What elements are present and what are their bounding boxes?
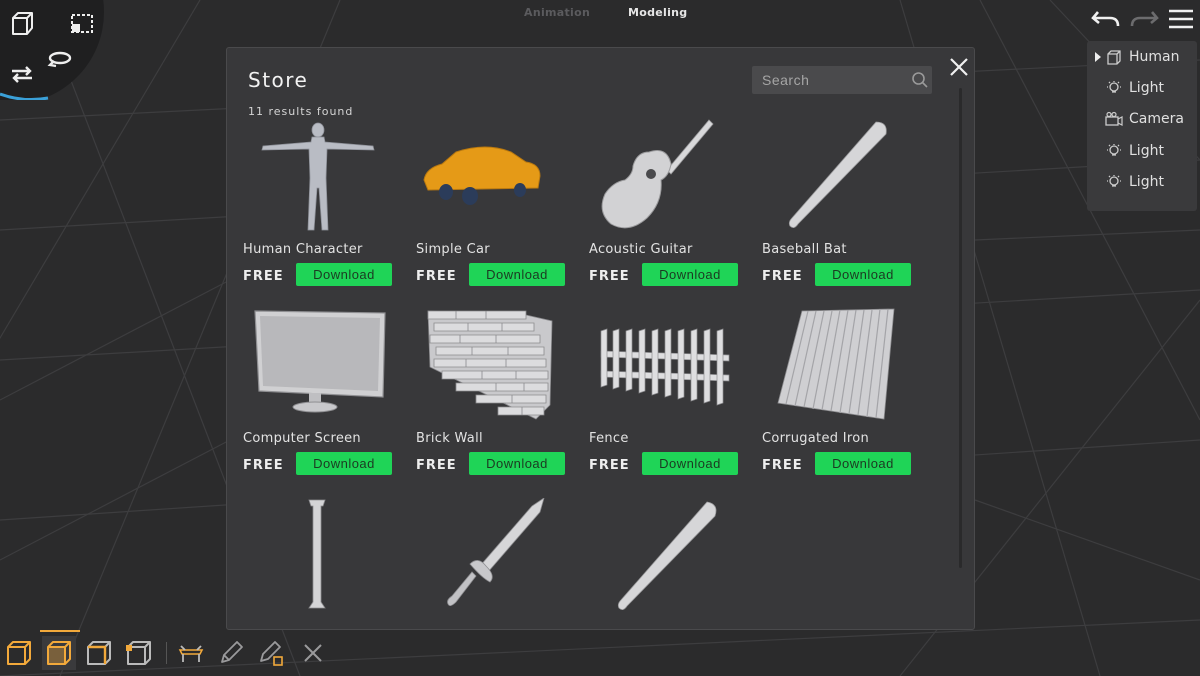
results-count: 11 results found — [248, 105, 354, 118]
item-name: Human Character — [243, 242, 363, 257]
outliner-item-label: Human — [1129, 49, 1180, 65]
bottom-toolbar — [0, 630, 340, 676]
cube-icon[interactable] — [6, 8, 38, 40]
swap-icon[interactable] — [6, 58, 38, 90]
edge-select-icon[interactable] — [82, 636, 116, 670]
toolbar-divider — [166, 642, 167, 664]
item-name: Simple Car — [416, 242, 490, 257]
outliner-item-label: Light — [1129, 174, 1164, 190]
close-icon[interactable] — [948, 56, 970, 78]
simple-car-thumbnail[interactable] — [416, 118, 566, 238]
table-tool-icon[interactable] — [174, 636, 208, 670]
outliner-item-light[interactable]: Light — [1087, 170, 1197, 194]
camera-icon — [1105, 111, 1123, 127]
corrugated-iron-thumbnail[interactable] — [762, 307, 912, 427]
rotate-icon[interactable] — [44, 44, 76, 76]
outliner-item-label: Light — [1129, 80, 1164, 96]
item-name: Acoustic Guitar — [589, 242, 693, 257]
store-item: Acoustic Guitar FREE Download — [589, 118, 749, 293]
store-item — [243, 498, 403, 629]
expand-arrow-icon[interactable] — [1093, 51, 1103, 63]
pencil-plus-icon[interactable] — [254, 636, 288, 670]
tool-wheel — [0, 0, 110, 100]
outliner-item-human[interactable]: Human — [1087, 45, 1197, 69]
outliner-item-light[interactable]: Light — [1087, 76, 1197, 100]
human-character-thumbnail[interactable] — [243, 118, 393, 238]
item-name: Baseball Bat — [762, 242, 847, 257]
store-item: Human Character FREE Download — [243, 118, 403, 293]
pencil-icon[interactable] — [214, 636, 248, 670]
outliner-item-light[interactable]: Light — [1087, 139, 1197, 163]
item-name: Corrugated Iron — [762, 431, 870, 446]
store-item — [589, 498, 749, 629]
item-name: Brick Wall — [416, 431, 483, 446]
delete-icon[interactable] — [296, 636, 330, 670]
download-button[interactable]: Download — [642, 263, 738, 286]
item-price: FREE — [589, 458, 630, 473]
item-price: FREE — [762, 458, 803, 473]
item-price: FREE — [416, 269, 457, 284]
item-price: FREE — [589, 269, 630, 284]
search-icon[interactable] — [911, 71, 929, 89]
outliner-item-label: Light — [1129, 143, 1164, 159]
face-select-icon[interactable] — [42, 636, 76, 670]
box-select-icon[interactable] — [2, 636, 36, 670]
item-price: FREE — [762, 269, 803, 284]
marquee-select-icon[interactable] — [66, 8, 98, 40]
item-price: FREE — [416, 458, 457, 473]
sword-thumbnail[interactable] — [416, 498, 566, 618]
store-item: Simple Car FREE Download — [416, 118, 576, 293]
download-button[interactable]: Download — [469, 263, 565, 286]
item-name: Fence — [589, 431, 629, 446]
search-box — [752, 66, 932, 94]
store-grid: Human Character FREE Download Simple Car… — [243, 118, 943, 618]
object-icon — [1105, 49, 1123, 65]
download-button[interactable]: Download — [469, 452, 565, 475]
baseball-bat-thumbnail[interactable] — [589, 498, 739, 618]
store-item: Corrugated Iron FREE Download — [762, 307, 922, 482]
scene-outliner: Human Light Camera Light Light — [1087, 41, 1197, 211]
light-icon — [1105, 174, 1123, 190]
light-icon — [1105, 143, 1123, 159]
download-button[interactable]: Download — [642, 452, 738, 475]
store-item: Fence FREE Download — [589, 307, 749, 482]
acoustic-guitar-thumbnail[interactable] — [589, 118, 739, 238]
tab-modeling[interactable]: Modeling — [628, 6, 687, 19]
vertex-select-icon[interactable] — [122, 636, 156, 670]
store-item: Computer Screen FREE Download — [243, 307, 403, 482]
download-button[interactable]: Download — [815, 452, 911, 475]
store-item: Baseball Bat FREE Download — [762, 118, 922, 293]
mode-tabs: Animation Modeling — [500, 6, 720, 22]
download-button[interactable]: Download — [296, 263, 392, 286]
download-button[interactable]: Download — [296, 452, 392, 475]
store-item — [416, 498, 576, 629]
store-item: Brick Wall FREE Download — [416, 307, 576, 482]
store-title: Store — [248, 68, 309, 92]
computer-screen-thumbnail[interactable] — [243, 307, 393, 427]
brick-wall-thumbnail[interactable] — [416, 307, 566, 427]
outliner-item-camera[interactable]: Camera — [1087, 107, 1197, 131]
active-indicator — [40, 630, 80, 632]
store-dialog: Store 11 results found Human Character F… — [226, 47, 975, 630]
scrollbar[interactable] — [959, 88, 962, 568]
light-icon — [1105, 80, 1123, 96]
outliner-item-label: Camera — [1129, 111, 1184, 127]
column-thumbnail[interactable] — [243, 498, 393, 618]
tab-animation[interactable]: Animation — [524, 6, 590, 19]
item-price: FREE — [243, 269, 284, 284]
search-input[interactable] — [752, 66, 902, 94]
redo-icon[interactable] — [1128, 6, 1160, 32]
download-button[interactable]: Download — [815, 263, 911, 286]
hamburger-menu-icon[interactable] — [1166, 6, 1196, 32]
undo-icon[interactable] — [1090, 6, 1122, 32]
item-price: FREE — [243, 458, 284, 473]
item-name: Computer Screen — [243, 431, 361, 446]
baseball-bat-thumbnail[interactable] — [762, 118, 912, 238]
fence-thumbnail[interactable] — [589, 307, 739, 427]
